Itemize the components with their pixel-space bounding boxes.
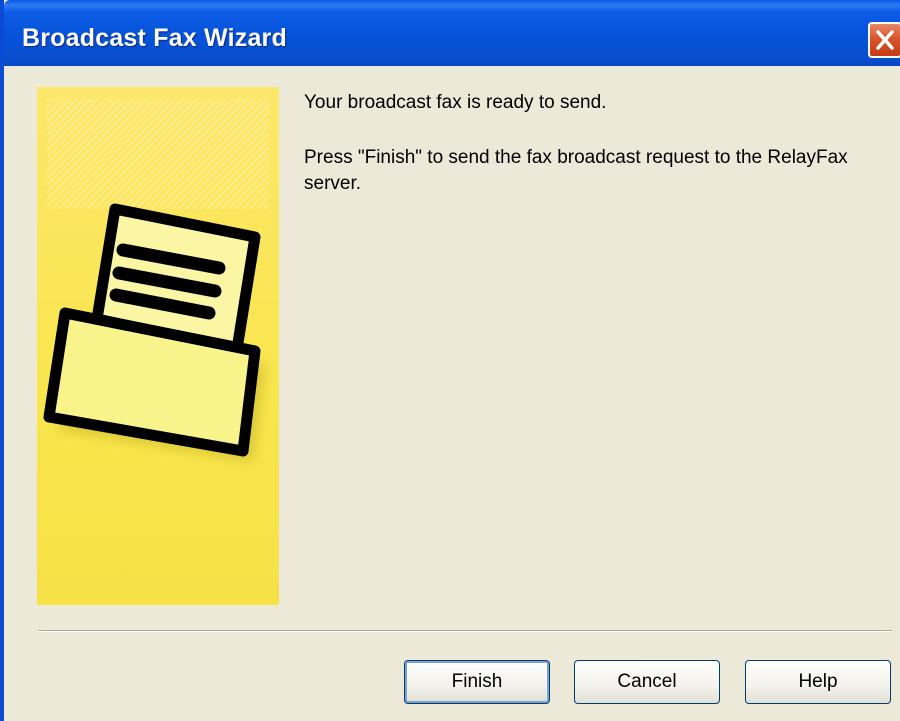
fax-document-icon — [43, 203, 265, 461]
close-icon — [876, 30, 894, 50]
finish-button[interactable]: Finish — [404, 660, 550, 704]
help-button[interactable]: Help — [745, 660, 891, 704]
ready-message: Your broadcast fax is ready to send. — [304, 92, 607, 113]
button-divider — [38, 630, 892, 632]
cancel-button[interactable]: Cancel — [574, 660, 720, 704]
window-title: Broadcast Fax Wizard — [22, 24, 287, 52]
close-button[interactable] — [868, 22, 900, 58]
wizard-side-panel — [37, 87, 279, 605]
wizard-window: Broadcast Fax Wizard Your broadcast fax … — [0, 0, 900, 721]
title-bar[interactable]: Broadcast Fax Wizard — [4, 0, 900, 66]
instruction-message: Press "Finish" to send the fax broadcast… — [304, 147, 848, 194]
